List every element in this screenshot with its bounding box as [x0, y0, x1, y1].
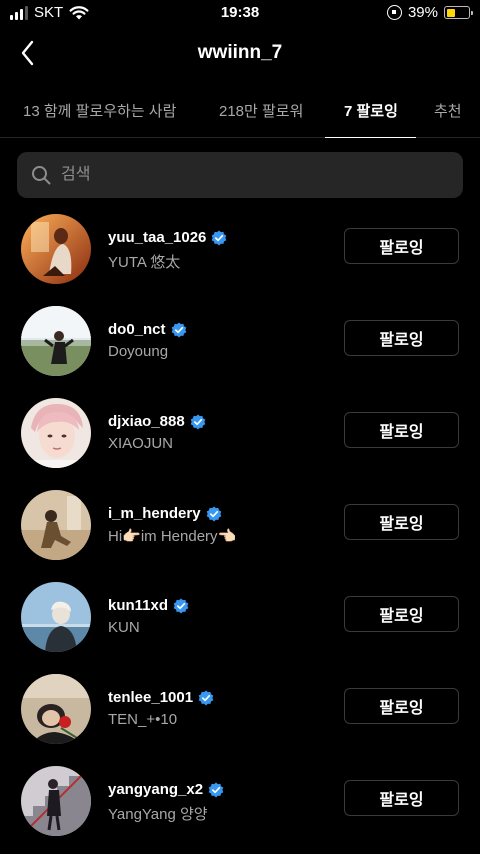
- username-wrap: djxiao_888: [108, 413, 206, 430]
- username-wrap: do0_nct: [108, 321, 187, 338]
- list-item[interactable]: tenlee_1001 TEN_+•10 팔로잉: [0, 662, 480, 754]
- verified-badge-icon: [212, 230, 227, 245]
- username[interactable]: djxiao_888: [108, 413, 185, 430]
- status-bar: SKT 19:38 39%: [0, 0, 480, 28]
- username-wrap: kun11xd: [108, 597, 189, 614]
- list-item[interactable]: djxiao_888 XIAOJUN 팔로잉: [0, 386, 480, 478]
- active-tab-indicator: [325, 136, 416, 138]
- following-button[interactable]: 팔로잉: [344, 412, 459, 448]
- full-name: XIAOJUN: [108, 435, 174, 452]
- username-wrap: tenlee_1001: [108, 689, 214, 706]
- username[interactable]: tenlee_1001: [108, 689, 193, 706]
- username-wrap: i_m_hendery: [108, 505, 222, 522]
- username[interactable]: kun11xd: [108, 597, 168, 614]
- avatar[interactable]: [21, 582, 91, 652]
- full-name: KUN: [108, 619, 140, 636]
- tab-suggested[interactable]: 추천: [434, 100, 462, 121]
- following-button[interactable]: 팔로잉: [344, 320, 459, 356]
- following-button[interactable]: 팔로잉: [344, 504, 459, 540]
- orientation-lock-icon: [386, 5, 402, 20]
- header: wwiinn_7: [0, 28, 480, 86]
- verified-badge-icon: [171, 322, 186, 337]
- avatar[interactable]: [21, 306, 91, 376]
- full-name: TEN_+•10: [108, 711, 178, 728]
- list-item[interactable]: yangyang_x2 YangYang 양양 팔로잉: [0, 754, 480, 846]
- list-item[interactable]: yuu_taa_1026 YUTA 悠太 팔로잉: [0, 202, 480, 294]
- list-item[interactable]: i_m_hendery Hi👉🏻im Hendery👈🏻 팔로잉: [0, 478, 480, 570]
- username[interactable]: yuu_taa_1026: [108, 229, 206, 246]
- verified-badge-icon: [190, 414, 206, 429]
- tab-followers[interactable]: 218만 팔로워: [219, 100, 303, 121]
- list-item[interactable]: kun11xd KUN 팔로잉: [0, 570, 480, 662]
- username-wrap: yuu_taa_1026: [108, 229, 227, 246]
- following-button[interactable]: 팔로잉: [344, 596, 459, 632]
- verified-badge-icon: [206, 506, 221, 521]
- tab-bar: 13 함께 팔로우하는 사람 218만 팔로워 7 팔로잉 추천: [0, 86, 480, 138]
- battery-level: [446, 8, 455, 17]
- username[interactable]: i_m_hendery: [108, 505, 201, 522]
- list-item[interactable]: do0_nct Doyoung 팔로잉: [0, 294, 480, 386]
- tab-following[interactable]: 7 팔로잉: [344, 100, 398, 121]
- username[interactable]: yangyang_x2: [108, 781, 203, 798]
- search-bar[interactable]: [17, 152, 463, 198]
- search-input[interactable]: [61, 152, 441, 198]
- avatar[interactable]: [21, 674, 91, 744]
- page-title: wwiinn_7: [197, 42, 283, 63]
- following-button[interactable]: 팔로잉: [344, 780, 459, 816]
- username-wrap: yangyang_x2: [108, 781, 224, 798]
- tab-mutual-followers[interactable]: 13 함께 팔로우하는 사람: [23, 100, 176, 121]
- search-icon: [32, 166, 51, 185]
- following-button[interactable]: 팔로잉: [344, 228, 459, 264]
- verified-badge-icon: [173, 598, 189, 613]
- full-name: Hi👉🏻im Hendery👈🏻: [108, 528, 237, 545]
- verified-badge-icon: [198, 690, 214, 705]
- avatar[interactable]: [21, 766, 91, 836]
- battery-percentage: 39%: [407, 4, 438, 21]
- full-name: YangYang 양양: [108, 806, 208, 823]
- verified-badge-icon: [208, 782, 224, 797]
- username[interactable]: do0_nct: [108, 321, 166, 338]
- avatar[interactable]: [21, 490, 91, 560]
- following-list: yuu_taa_1026 YUTA 悠太 팔로잉 do0_nct Doyoung…: [0, 202, 480, 846]
- battery-icon: [444, 6, 473, 19]
- status-right: 39%: [386, 4, 473, 21]
- avatar[interactable]: [21, 398, 91, 468]
- full-name: YUTA 悠太: [108, 254, 181, 271]
- full-name: Doyoung: [108, 343, 169, 360]
- avatar[interactable]: [21, 214, 91, 284]
- following-button[interactable]: 팔로잉: [344, 688, 459, 724]
